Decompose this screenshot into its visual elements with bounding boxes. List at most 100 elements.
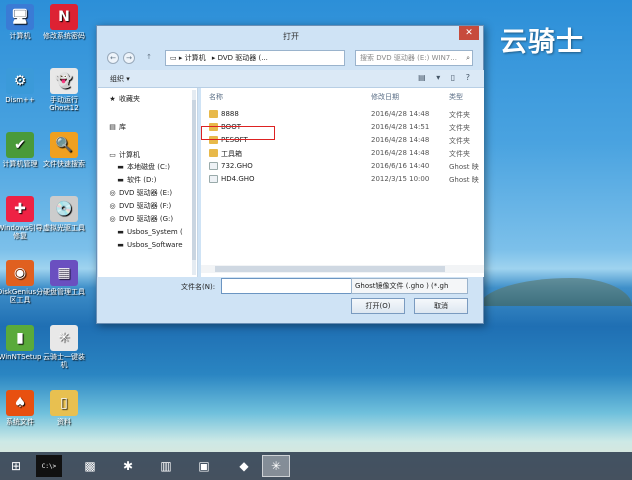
nav-item-label: 收藏夹 [119,95,140,103]
desktop-icon[interactable]: ▮ WinNTSetup [0,325,44,361]
desktop-icon[interactable]: 👻 手动运行 Ghost12 [40,68,88,112]
column-name[interactable]: 名称 [209,92,223,102]
app-icon: ⚙ [6,68,34,94]
file-name: 732.GHO [221,162,253,170]
app-icon: 🔍 [50,132,78,158]
desktop-icon-label: 修改系统密码 [43,32,85,40]
file-row[interactable]: 8888 2016/4/28 14:48 文件夹 [209,108,479,120]
desktop-icon[interactable]: ▯ 资料 [40,390,88,426]
app-icon: ▮ [6,325,34,351]
desktop-icon[interactable]: 💿 虚拟光驱工具 [40,196,88,232]
desktop-icon-label: 硬盘管理工具 [43,288,85,296]
nav-item-label: Usbos_Software [127,241,183,249]
back-button[interactable]: ← [107,52,119,64]
drive-icon: ◎ [109,189,116,197]
desktop-icon-label: 文件快速搜索 [43,160,85,168]
file-icon [209,175,218,183]
desktop-icon-label: Windows引导修复 [0,224,43,240]
taskbar-app-icon[interactable]: ✱ [114,455,142,477]
taskbar-app-icon[interactable]: ✳ [262,455,290,477]
address-bar-row: ← → ↑ ▭ ▸ 计算机 ▸ DVD 驱动器 (... 搜索 DVD 驱动器 … [105,50,477,66]
desktop-icon[interactable]: ▦ 硬盘管理工具 [40,260,88,296]
desktop-icon[interactable]: ♠ 系统文件 [0,390,44,426]
drive-icon: ▬ [117,163,124,171]
file-type: 文件夹 [449,137,470,145]
address-bar[interactable]: ▭ ▸ 计算机 ▸ DVD 驱动器 (... [165,50,345,66]
file-name: 工具箱 [221,150,242,158]
app-icon: 💿 [50,196,78,222]
file-row[interactable]: 732.GHO 2016/6/16 14:40 Ghost 映 [209,160,479,172]
desktop-icon-label: 云骑士一键装机 [43,353,85,369]
brand-watermark: 云骑士 [500,27,584,58]
taskbar-app-icon[interactable]: C:\> [36,455,62,477]
view-icons[interactable]: ▤ ▾ ▯ ? [418,73,474,82]
file-date: 2016/4/28 14:48 [371,110,430,118]
nav-item[interactable]: ▬ Usbos_System ( [116,228,183,236]
app-icon: ▦ [50,260,78,286]
nav-item[interactable]: ▭ 计算机 [108,150,140,160]
desktop-icon[interactable]: ✚ Windows引导修复 [0,196,44,240]
nav-item[interactable]: ▬ Usbos_Software [116,241,183,249]
start-button[interactable]: ⊞ [2,455,30,477]
nav-item[interactable]: ◎ DVD 驱动器 (E:) [108,188,172,198]
nav-item-label: 库 [119,123,126,131]
desktop-icon[interactable]: ⚙ Dism++ [0,68,44,104]
file-row[interactable]: HD4.GHO 2012/3/15 10:00 Ghost 映 [209,173,479,185]
close-button[interactable]: ✕ [459,26,479,40]
taskbar-app-icon[interactable]: ▣ [190,455,218,477]
nav-item-label: 软件 (D:) [127,176,157,184]
nav-item[interactable]: ◎ DVD 驱动器 (G:) [108,214,173,224]
search-input[interactable]: 搜索 DVD 驱动器 (E:) WIN7... ⌕ [355,50,473,66]
nav-item[interactable]: ▬ 本地磁盘 (C:) [116,162,170,172]
nav-item[interactable]: ◎ DVD 驱动器 (F:) [108,201,171,211]
desktop-icon[interactable]: 🔍 文件快速搜索 [40,132,88,168]
file-type: Ghost 映 [449,176,479,184]
taskbar-app-icon[interactable]: ◆ [230,455,258,477]
file-date: 2016/4/28 14:48 [371,149,430,157]
nav-item[interactable]: ★ 收藏夹 [108,94,140,104]
up-button[interactable]: ↑ [143,52,155,64]
taskbar-app-icon[interactable]: ▥ [152,455,180,477]
column-date[interactable]: 修改日期 [371,92,399,102]
desktop-icon[interactable]: 🖥 计算机 [0,4,44,40]
file-date: 2012/3/15 10:00 [371,175,430,183]
computer-icon: ▭ ▸ [170,54,185,62]
column-type[interactable]: 类型 [449,92,463,102]
desktop-icon[interactable]: ◉ DiskGenius分区工具 [0,260,44,304]
file-type: 文件夹 [449,150,470,158]
file-type: 文件夹 [449,124,470,132]
file-name: 8888 [221,110,239,118]
horizontal-scrollbar[interactable] [201,265,484,273]
file-type-filter[interactable]: Ghost镜像文件 (.gho ) (*.gh [351,278,468,294]
titlebar: 打开 ✕ [97,26,483,46]
app-icon: ✚ [6,196,34,222]
drive-icon: ▬ [117,241,124,249]
file-icon [209,162,218,170]
open-file-dialog: 打开 ✕ ← → ↑ ▭ ▸ 计算机 ▸ DVD 驱动器 (... 搜索 DVD… [96,25,484,324]
nav-item-label: 计算机 [119,151,140,159]
drive-icon: ◎ [109,202,116,210]
nav-item[interactable]: ▬ 软件 (D:) [116,175,156,185]
search-icon[interactable]: ⌕ [466,51,470,65]
drive-icon: ▤ [109,123,116,131]
nav-item-label: DVD 驱动器 (G:) [119,215,174,223]
taskbar-app-icon[interactable]: ▩ [76,455,104,477]
desktop-icon[interactable]: N 修改系统密码 [40,4,88,40]
breadcrumb-dvd[interactable]: DVD 驱动器 (... [218,54,268,62]
file-row[interactable]: 工具箱 2016/4/28 14:48 文件夹 [209,147,479,159]
breadcrumb-computer[interactable]: 计算机 [185,54,206,62]
drive-icon: ▭ [109,151,116,159]
open-button[interactable]: 打开(O) [351,298,405,314]
cancel-button[interactable]: 取消 [414,298,468,314]
drive-icon: ▬ [117,228,124,236]
drive-icon: ◎ [109,215,116,223]
organize-menu[interactable]: 组织 ▾ [110,74,130,84]
nav-scrollbar[interactable] [192,90,196,275]
nav-item[interactable]: ▤ 库 [108,122,126,132]
file-type: 文件夹 [449,111,470,119]
desktop-icon-label: DiskGenius分区工具 [0,288,44,304]
desktop-icon[interactable]: ✔ 计算机管理 [0,132,44,168]
desktop-icon[interactable]: ✳ 云骑士一键装机 [40,325,88,369]
forward-button[interactable]: → [123,52,135,64]
desktop-icon-label: 系统文件 [6,418,34,426]
